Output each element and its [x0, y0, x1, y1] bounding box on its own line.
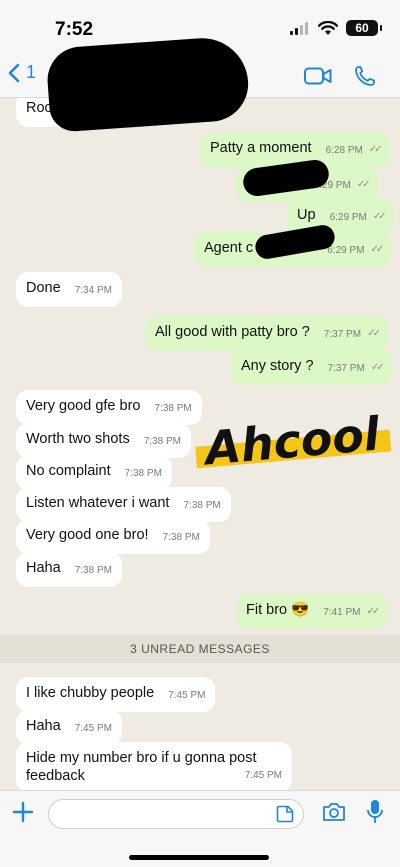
message-bubble[interactable]: No complaint 7:38 PM: [16, 455, 172, 490]
microphone-icon[interactable]: [366, 799, 384, 825]
message-text: No complaint: [26, 463, 111, 479]
message-text-line: feedback: [26, 768, 85, 784]
read-receipt-icon: ✓✓: [367, 328, 381, 339]
wifi-icon: [318, 20, 338, 35]
message-time: 7:38 PM: [154, 403, 192, 414]
message-time: 7:45 PM: [244, 770, 282, 781]
message-text-line-row: feedback 7:45 PM: [26, 767, 282, 785]
message-time: 7:38 PM: [162, 532, 200, 543]
home-indicator: [129, 855, 269, 860]
redaction-mark: [45, 35, 251, 133]
battery-indicator: 60: [346, 20, 382, 36]
message-bubble[interactable]: Hide my number bro if u gonna post feedb…: [16, 742, 292, 790]
signal-icon: [290, 22, 308, 35]
message-list[interactable]: Room nu Patty a moment 6:28 PM ✓✓ R 6:29…: [0, 98, 400, 790]
message-text: Haha: [26, 718, 61, 734]
message-bubble[interactable]: Worth two shots 7:38 PM: [16, 423, 191, 458]
message-time: 7:38 PM: [74, 565, 112, 576]
message-time: 6:29 PM: [327, 245, 365, 256]
message-bubble[interactable]: Fit bro 😎 7:41 PM ✓✓: [236, 594, 388, 629]
message-bubble[interactable]: Very good gfe bro 7:38 PM: [16, 390, 202, 425]
back-button[interactable]: 1: [8, 62, 36, 83]
camera-icon[interactable]: [322, 802, 346, 822]
read-receipt-icon: ✓✓: [372, 211, 387, 222]
message-text: Agent c: [204, 240, 254, 256]
message-text: Patty a moment: [210, 140, 312, 156]
message-time: 6:29 PM: [329, 212, 367, 223]
message-text-line: Hide my number bro if u gonna post: [26, 750, 257, 766]
message-bubble[interactable]: Very good one bro! 7:38 PM: [16, 519, 210, 554]
message-text: I like chubby people: [26, 685, 155, 701]
watermark: Ahcool: [193, 405, 392, 477]
message-time: 7:37 PM: [323, 329, 362, 340]
message-bubble[interactable]: Listen whatever i want 7:38 PM: [16, 487, 231, 522]
read-receipt-icon: ✓✓: [366, 606, 381, 617]
message-text: Haha: [26, 560, 61, 576]
message-text: Done: [26, 280, 61, 296]
message-time: 7:37 PM: [327, 363, 365, 374]
message-text: All good with patty bro ?: [155, 324, 310, 340]
read-receipt-icon: ✓✓: [368, 144, 383, 155]
message-time: 7:38 PM: [143, 436, 181, 447]
message-time: 7:41 PM: [323, 607, 361, 618]
message-bubble[interactable]: Haha 7:45 PM: [16, 710, 122, 745]
message-text: Fit bro: [246, 602, 288, 618]
read-receipt-icon: ✓✓: [370, 362, 385, 373]
message-text: Very good one bro!: [26, 527, 149, 543]
message-time: 6:28 PM: [325, 145, 363, 156]
header-actions: [304, 65, 376, 87]
video-call-icon[interactable]: [304, 67, 332, 85]
message-text: Up: [297, 207, 316, 223]
phone-call-icon[interactable]: [354, 65, 376, 87]
read-receipt-icon: ✓✓: [356, 179, 371, 190]
message-time: 7:34 PM: [74, 285, 112, 296]
message-text: Listen whatever i want: [26, 495, 170, 511]
message-time: 7:45 PM: [168, 690, 206, 701]
sticker-icon[interactable]: [276, 805, 294, 823]
unread-messages-divider: 3 UNREAD MESSAGES: [0, 635, 400, 663]
message-text: Any story ?: [241, 358, 314, 374]
read-receipt-icon: ✓✓: [370, 244, 385, 255]
status-icons: 60: [290, 20, 382, 36]
unread-chats-count: 1: [26, 62, 37, 82]
message-input[interactable]: [48, 799, 304, 829]
message-time: 7:38 PM: [183, 500, 221, 511]
message-bubble[interactable]: Done 7:34 PM: [16, 272, 122, 307]
plus-icon[interactable]: [12, 801, 34, 823]
message-text: Worth two shots: [26, 431, 130, 447]
chevron-left-icon: [8, 63, 20, 82]
sunglasses-emoji: 😎: [291, 602, 310, 618]
message-bubble[interactable]: I like chubby people 7:45 PM: [16, 677, 216, 712]
message-bubble[interactable]: Haha 7:38 PM: [16, 552, 122, 587]
battery-level: 60: [355, 21, 369, 35]
message-bubble[interactable]: Any story ? 7:37 PM ✓✓: [231, 350, 392, 385]
message-bubble[interactable]: All good with patty bro ? 7:37 PM ✓✓: [145, 316, 388, 351]
status-time: 7:52: [55, 19, 94, 40]
message-time: 7:38 PM: [124, 468, 162, 479]
message-text: Very good gfe bro: [26, 398, 141, 414]
message-time: 7:45 PM: [74, 723, 112, 734]
